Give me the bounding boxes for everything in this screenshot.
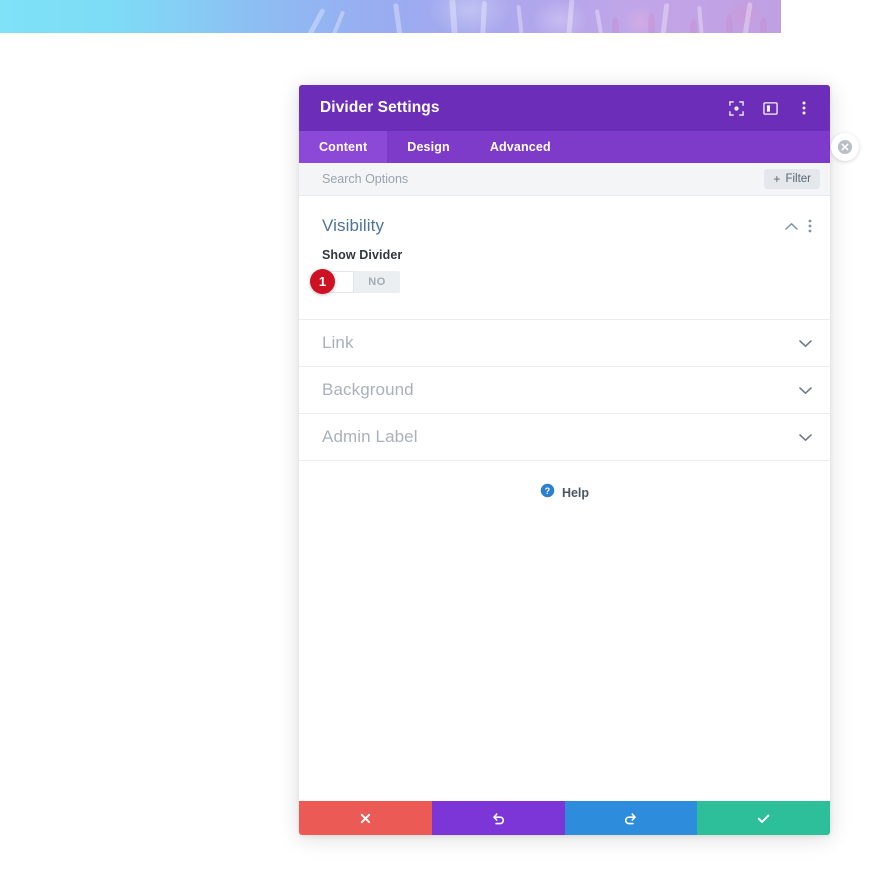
show-divider-toggle-wrap: 1 NO [310,269,400,294]
search-bar: + Filter [299,163,830,196]
step-badge-1: 1 [310,269,335,294]
filter-button[interactable]: + Filter [764,169,820,189]
svg-text:?: ? [545,486,550,496]
section-visibility-title: Visibility [322,216,385,235]
section-visibility-header[interactable]: Visibility [299,196,830,248]
undo-icon [492,812,504,824]
save-button[interactable] [697,801,830,835]
section-link-title: Link [322,333,354,352]
section-admin-label-title: Admin Label [322,427,418,446]
section-visibility: Visibility Show Divider 1 NO [299,196,830,320]
section-link[interactable]: Link [299,320,830,367]
show-divider-label: Show Divider [322,248,403,262]
header-actions [726,98,814,118]
checkmark-icon [757,814,770,823]
section-more-vertical-dots-icon[interactable] [808,219,812,233]
chevron-down-icon[interactable] [799,386,812,395]
section-background[interactable]: Background [299,367,830,414]
tab-design[interactable]: Design [387,131,470,163]
cancel-button[interactable] [299,801,432,835]
tab-advanced[interactable]: Advanced [470,131,571,163]
help-label: Help [561,486,590,500]
show-divider-field: Show Divider 1 NO [299,248,830,319]
filter-button-label: Filter [785,173,811,185]
panel-layout-icon[interactable] [760,98,780,118]
modal-footer [299,801,830,835]
modal-body: Visibility Show Divider 1 NO Link Backgr… [299,196,830,801]
tab-content[interactable]: Content [299,131,388,163]
help-link[interactable]: ? Help [299,461,830,503]
vertical-dots-icon[interactable] [794,98,814,118]
redo-icon [625,812,637,824]
divider-settings-modal: Divider Settings Content Design Advanced… [299,85,859,835]
redo-button[interactable] [564,801,698,835]
search-input[interactable] [322,172,765,186]
undo-button[interactable] [431,801,565,835]
page-title: Divider Settings [320,99,440,116]
tab-bar: Content Design Advanced [299,131,859,163]
section-admin-label[interactable]: Admin Label [299,414,830,461]
plus-icon: + [773,172,781,186]
chevron-down-icon[interactable] [799,433,812,442]
focus-target-icon[interactable] [726,98,746,118]
section-visibility-actions [785,219,812,233]
page-banner-image [0,0,781,33]
chevron-down-icon[interactable] [799,339,812,348]
modal-header: Divider Settings [299,85,830,131]
cross-icon [360,813,371,823]
section-background-title: Background [322,380,414,399]
close-modal-button[interactable] [831,133,859,161]
chevron-up-icon[interactable] [785,222,798,231]
toggle-value-label: NO [368,276,386,288]
question-mark-circle-icon: ? [540,483,555,503]
close-icon [838,140,852,154]
